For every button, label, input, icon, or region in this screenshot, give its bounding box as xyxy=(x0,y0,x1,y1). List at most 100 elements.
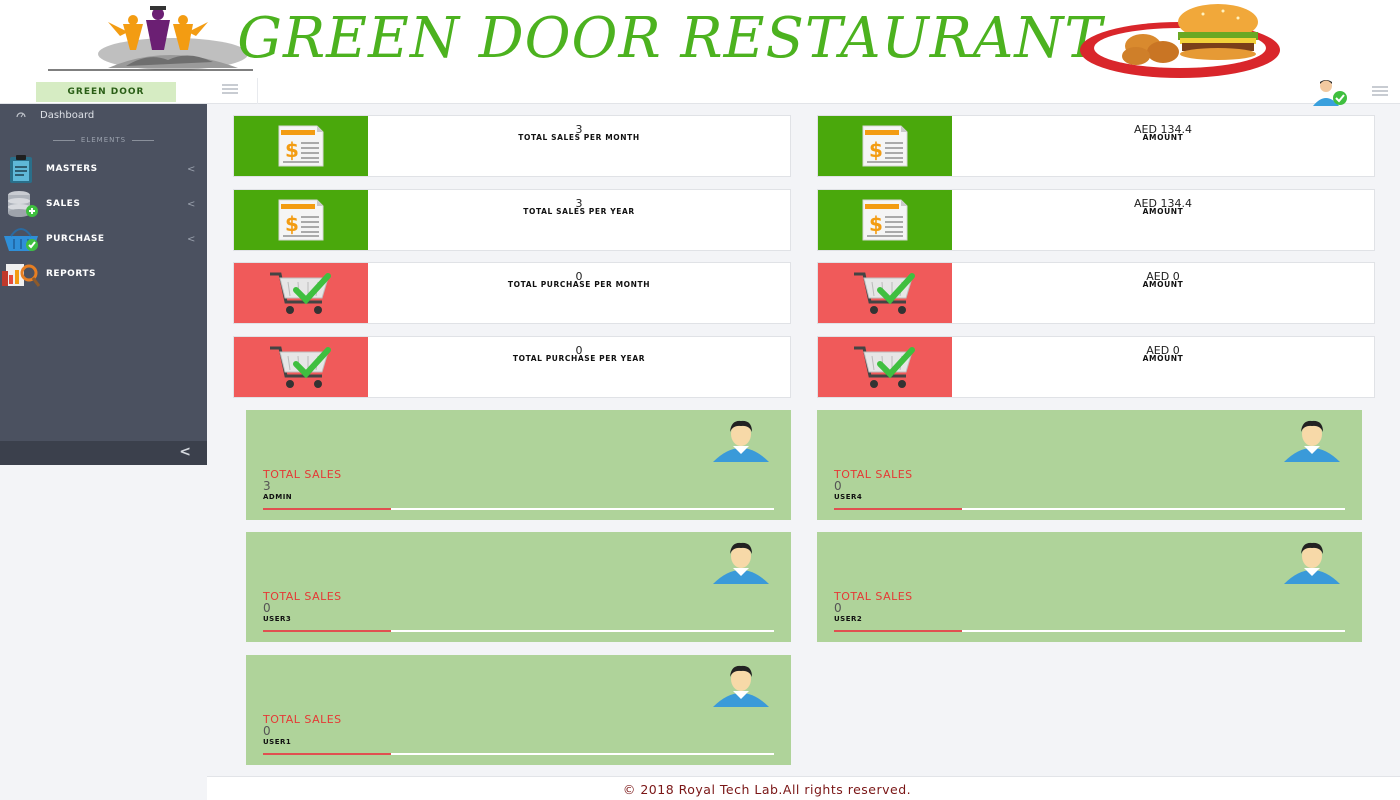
stat-icon-box: $ xyxy=(818,190,952,250)
cart-icon xyxy=(854,346,915,388)
user-panel-value: 3 xyxy=(263,479,271,493)
user-panel-value: 0 xyxy=(834,479,842,493)
user-sales-panel: TOTAL SALES 0 USER2 xyxy=(817,532,1362,642)
reports-icon xyxy=(2,264,40,287)
cart-icon xyxy=(270,346,331,388)
user-panel-value: 0 xyxy=(263,724,271,738)
sidebar-item-masters[interactable]: MASTERS < xyxy=(0,154,207,184)
user-progress-bar xyxy=(263,508,774,510)
stat-card: AED 0 AMOUNT xyxy=(817,262,1375,324)
invoice-icon: $ xyxy=(278,125,324,167)
user-panel-name: USER3 xyxy=(263,615,292,623)
user-panel-name: USER1 xyxy=(263,738,292,746)
user-progress-fill xyxy=(263,753,391,755)
cart-icon xyxy=(854,272,915,314)
stat-icon-box xyxy=(234,263,368,323)
stat-icon-box xyxy=(818,263,952,323)
user-panel-title: TOTAL SALES xyxy=(263,468,342,481)
stat-label: AMOUNT xyxy=(1142,354,1184,363)
sidebar-item-dashboard[interactable]: Dashboard xyxy=(0,104,207,126)
sidebar-item-sales[interactable]: SALES < xyxy=(0,189,207,219)
user-panel-value: 0 xyxy=(263,601,271,615)
user-sales-panel: TOTAL SALES 0 USER4 xyxy=(817,410,1362,520)
user-avatar xyxy=(711,540,771,584)
stat-label: AMOUNT xyxy=(1142,133,1184,142)
top-navbar: GREEN DOOR xyxy=(0,78,1400,106)
user-panel-name: USER2 xyxy=(834,615,863,623)
sidebar-toggle-button[interactable] xyxy=(222,84,238,96)
sidebar-item-purchase[interactable]: PURCHASE < xyxy=(0,224,207,254)
clipboard-icon xyxy=(10,155,32,183)
basket-icon xyxy=(4,228,38,251)
sidebar-section-header: ELEMENTS xyxy=(0,136,207,144)
stat-icon-box: $ xyxy=(818,116,952,176)
stat-label: AMOUNT xyxy=(1142,207,1184,216)
user-avatar xyxy=(711,418,771,462)
user-avatar-icon xyxy=(1284,420,1340,462)
stat-card: 0 TOTAL PURCHASE PER YEAR xyxy=(233,336,791,398)
user-progress-bar xyxy=(263,630,774,632)
food-plate-icon xyxy=(1080,4,1280,78)
user-progress-bar xyxy=(263,753,774,755)
stat-icon-box xyxy=(818,337,952,397)
user-progress-fill xyxy=(263,630,391,632)
stat-icon-box: $ xyxy=(234,190,368,250)
stat-label: AMOUNT xyxy=(1142,280,1184,289)
database-icon xyxy=(8,191,38,217)
stat-card: $ AED 134.4 AMOUNT xyxy=(817,189,1375,251)
copyright-text: © 2018 Royal Tech Lab.All rights reserve… xyxy=(622,782,912,797)
stat-icon-box: $ xyxy=(234,116,368,176)
collapse-icon: < xyxy=(179,444,191,460)
user-panel-title: TOTAL SALES xyxy=(263,590,342,603)
stat-card: 0 TOTAL PURCHASE PER MONTH xyxy=(233,262,791,324)
user-avatar xyxy=(1282,418,1342,462)
user-sales-panel: TOTAL SALES 0 USER3 xyxy=(246,532,791,642)
chevron-left-icon: < xyxy=(187,198,196,210)
user-avatar-icon xyxy=(713,542,769,584)
stat-label: TOTAL PURCHASE PER MONTH xyxy=(507,280,651,289)
user-avatar-icon xyxy=(713,665,769,707)
user-progress-bar xyxy=(834,630,1345,632)
stat-card: $3 TOTAL SALES PER YEAR xyxy=(233,189,791,251)
user-progress-fill xyxy=(263,508,391,510)
user-panel-name: ADMIN xyxy=(263,493,293,501)
sidebar-item-label: MASTERS xyxy=(46,164,98,174)
user-panel-title: TOTAL SALES xyxy=(834,590,913,603)
user-avatar xyxy=(1282,540,1342,584)
navbar-divider xyxy=(257,78,258,104)
user-avatar-icon xyxy=(713,420,769,462)
footer: © 2018 Royal Tech Lab.All rights reserve… xyxy=(207,776,1400,800)
user-progress-fill xyxy=(834,630,962,632)
right-menu-button[interactable] xyxy=(1372,86,1388,98)
user-progress-bar xyxy=(834,508,1345,510)
sidebar-item-label: SALES xyxy=(46,199,81,209)
stat-card: AED 0 AMOUNT xyxy=(817,336,1375,398)
svg-text:$: $ xyxy=(869,138,883,162)
sidebar-item-label: Dashboard xyxy=(40,109,95,121)
dashboard-icon xyxy=(16,112,26,118)
user-progress-fill xyxy=(834,508,962,510)
sidebar: Dashboard ELEMENTS MASTERS < SALES < PUR… xyxy=(0,104,207,465)
user-panel-value: 0 xyxy=(834,601,842,615)
sidebar-collapse-button[interactable]: < xyxy=(0,441,207,465)
stat-label: TOTAL SALES PER MONTH xyxy=(518,133,640,142)
user-profile-icon[interactable] xyxy=(1310,78,1354,106)
user-panel-title: TOTAL SALES xyxy=(834,468,913,481)
header-banner: GREEN DOOR RESTAURANT xyxy=(0,0,1400,78)
sidebar-item-reports[interactable]: REPORTS xyxy=(0,259,207,289)
sidebar-item-label: REPORTS xyxy=(46,269,96,279)
brand-logo[interactable]: GREEN DOOR xyxy=(36,82,176,102)
stat-card: $3 TOTAL SALES PER MONTH xyxy=(233,115,791,177)
svg-text:$: $ xyxy=(285,138,299,162)
user-panel-name: USER4 xyxy=(834,493,863,501)
invoice-icon: $ xyxy=(862,199,908,241)
user-avatar-icon xyxy=(1284,542,1340,584)
stat-card: $ AED 134.4 AMOUNT xyxy=(817,115,1375,177)
stat-icon-box xyxy=(234,337,368,397)
stat-label: TOTAL PURCHASE PER YEAR xyxy=(512,354,646,363)
stat-label: TOTAL SALES PER YEAR xyxy=(523,207,635,216)
chevron-left-icon: < xyxy=(187,233,196,245)
user-avatar xyxy=(711,663,771,707)
invoice-icon: $ xyxy=(278,199,324,241)
user-sales-panel: TOTAL SALES 0 USER1 xyxy=(246,655,791,765)
